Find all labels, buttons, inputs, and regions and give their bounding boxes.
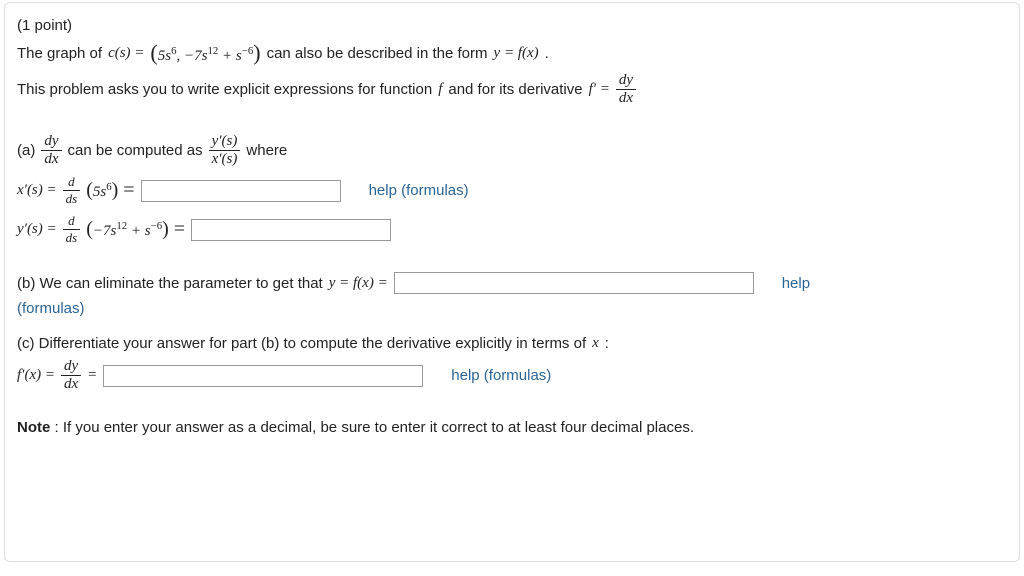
arg-exp1: 12 — [116, 220, 127, 232]
dx-den: dx — [616, 89, 636, 107]
note-line: Note : If you enter your answer as a dec… — [17, 419, 1007, 436]
part-c-input[interactable] — [103, 365, 423, 387]
arg-exp2: −6 — [151, 220, 163, 232]
sep1: , −7s — [177, 48, 208, 64]
cs-paren-expr: (5s6, −7s12 + s−6) — [150, 40, 260, 66]
intro2-mid: and for its derivative — [448, 81, 582, 98]
dx-den: dx — [41, 150, 61, 168]
arg-base: 5s — [93, 184, 106, 200]
part-b-line: (b) We can eliminate the parameter to ge… — [17, 272, 1007, 294]
arg-mid: + s — [127, 223, 150, 239]
where-text: where — [246, 142, 287, 159]
points-label: (1 point) — [17, 17, 72, 34]
xps-arg: (5s6) = — [86, 179, 134, 202]
y-equals-fx: y = f(x) — [494, 45, 539, 62]
part-a-line: (a) dy dx can be computed as y′(s) x′(s)… — [17, 133, 1007, 168]
intro-text: The graph of — [17, 45, 102, 62]
dy-dx-fraction-c: dy dx — [61, 358, 81, 393]
intro2-text: This problem asks you to write explicit … — [17, 81, 432, 98]
y-fx-eq: y = f(x) = — [329, 275, 388, 292]
dy-num: dy — [61, 358, 81, 375]
sep2: + s — [218, 48, 241, 64]
help-link-c[interactable]: help (formulas) — [451, 367, 551, 384]
part-a-mid: can be computed as — [68, 142, 203, 159]
term1-base: 5s — [158, 48, 171, 64]
d-ds-fraction-y: d ds — [63, 213, 81, 246]
problem-container: (1 point) The graph of c(s) = (5s6, −7s1… — [4, 2, 1020, 562]
fprime-symbol: f′ = — [589, 81, 610, 98]
d-num: d — [63, 213, 81, 229]
intro-line-2: This problem asks you to write explicit … — [17, 72, 1007, 107]
ds-den: ds — [63, 190, 81, 207]
part-a-label: (a) — [17, 142, 35, 159]
eq-sign: = — [87, 367, 97, 384]
help-link-xprime[interactable]: help (formulas) — [369, 182, 469, 199]
dx-den: dx — [61, 375, 81, 393]
xps-lhs: x′(s) = — [17, 182, 57, 199]
part-c-line1: (c) Differentiate your answer for part (… — [17, 335, 1007, 352]
term3-exp: −6 — [242, 45, 254, 57]
yps-num: y′(s) — [209, 133, 241, 150]
note-text: : If you enter your answer as a decimal,… — [50, 419, 694, 436]
note-label: Note — [17, 419, 50, 436]
ds-den: ds — [63, 229, 81, 246]
yps-over-xps: y′(s) x′(s) — [209, 133, 241, 168]
intro-line-1: The graph of c(s) = (5s6, −7s12 + s−6) c… — [17, 40, 1007, 66]
paren-open: ( — [150, 40, 157, 65]
colon: : — [605, 335, 609, 352]
arg-open: ( — [86, 179, 93, 201]
part-b-text: (b) We can eliminate the parameter to ge… — [17, 275, 323, 292]
points-line: (1 point) — [17, 17, 1007, 34]
part-c-line2: f′(x) = dy dx = help (formulas) — [17, 358, 1007, 393]
yps-lhs: y′(s) = — [17, 221, 57, 238]
dy-num: dy — [616, 72, 636, 89]
dy-dx-fraction-a: dy dx — [41, 133, 61, 168]
d-num: d — [63, 174, 81, 190]
x-var: x — [592, 335, 599, 352]
dy-dx-fraction: dy dx — [616, 72, 636, 107]
f-symbol: f — [438, 81, 442, 98]
yps-arg: (−7s12 + s−6) = — [86, 218, 185, 241]
arg-close-eq: ) = — [162, 218, 185, 240]
term2-exp: 12 — [207, 45, 218, 57]
xps-den: x′(s) — [209, 150, 241, 168]
part-c-text: (c) Differentiate your answer for part (… — [17, 335, 586, 352]
part-b-formulas-cont: (formulas) — [17, 300, 1007, 317]
help-link-b[interactable]: help — [782, 275, 810, 292]
d-ds-fraction: d ds — [63, 174, 81, 207]
arg-close-eq: ) = — [112, 179, 135, 201]
arg-open: ( — [86, 218, 93, 240]
arg-neg7s: −7s — [93, 223, 116, 239]
fpx-lhs: f′(x) = — [17, 367, 55, 384]
yprime-input[interactable] — [191, 219, 391, 241]
xprime-input[interactable] — [141, 180, 341, 202]
cs-eq-lhs: c(s) = — [108, 45, 144, 62]
dy-num: dy — [41, 133, 61, 150]
part-b-input[interactable] — [394, 272, 754, 294]
paren-close: ) — [253, 40, 260, 65]
help-link-b-formulas[interactable]: (formulas) — [17, 300, 85, 317]
intro-post: can also be described in the form — [267, 45, 488, 62]
period: . — [545, 45, 549, 62]
yprime-line: y′(s) = d ds (−7s12 + s−6) = — [17, 213, 1007, 246]
xprime-line: x′(s) = d ds (5s6) = help (formulas) — [17, 174, 1007, 207]
